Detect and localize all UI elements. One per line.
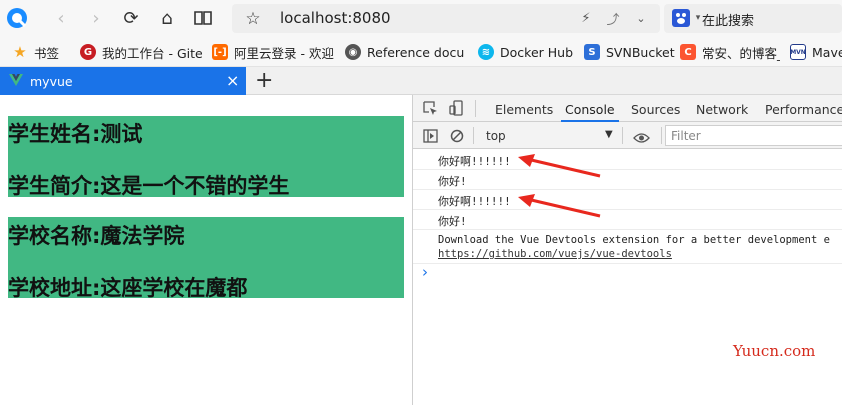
docker-icon: ≋ xyxy=(478,44,494,60)
divider xyxy=(413,263,842,264)
search-input[interactable]: 在此搜索 xyxy=(702,10,754,29)
address-text[interactable]: localhost:8080 xyxy=(280,9,391,27)
school-name: 学校名称:魔法学院 xyxy=(8,224,185,248)
bookmark-item[interactable]: [-] 阿里云登录 - 欢迎 xyxy=(212,43,335,61)
tab-console[interactable]: Console xyxy=(565,102,615,117)
tab-title: myvue xyxy=(30,74,73,89)
console-toolbar: top ▼ Filter xyxy=(413,122,842,149)
bookmark-label: 书签 xyxy=(34,45,60,61)
bookmark-item[interactable]: C 常安、的博客_ xyxy=(680,43,780,61)
context-dropdown-icon[interactable]: ▼ xyxy=(605,129,613,140)
maven-icon: MVN xyxy=(790,44,806,60)
bookmark-item[interactable]: G 我的工作台 - Gite xyxy=(80,43,203,61)
device-toolbar-icon[interactable] xyxy=(449,100,463,120)
console-prompt[interactable]: › xyxy=(422,263,428,281)
red-arrow-annotation xyxy=(518,154,601,178)
gitee-icon: G xyxy=(80,44,96,60)
browser-logo-icon[interactable] xyxy=(6,7,28,29)
forward-icon[interactable]: › xyxy=(85,7,107,29)
divider xyxy=(473,127,474,144)
bookmark-item[interactable]: ★ 书签 xyxy=(12,43,59,61)
divider xyxy=(661,127,662,144)
divider xyxy=(413,189,842,190)
tab-performance[interactable]: Performance xyxy=(765,102,842,117)
bookmark-label: Docker Hub xyxy=(500,44,573,60)
back-icon[interactable]: ‹ xyxy=(50,7,72,29)
divider xyxy=(622,127,623,144)
csdn-icon: C xyxy=(680,44,696,60)
svn-icon: S xyxy=(584,44,600,60)
bookmark-item[interactable]: MVN Mave xyxy=(790,43,842,61)
home-icon[interactable]: ⌂ xyxy=(156,7,178,29)
close-icon[interactable]: × xyxy=(226,71,239,90)
bookmark-label: 阿里云登录 - 欢迎 xyxy=(234,45,334,61)
tab-myvue[interactable]: myvue × xyxy=(0,67,246,95)
chevron-down-icon[interactable]: ⌄ xyxy=(630,7,652,29)
reload-icon[interactable]: ⟳ xyxy=(120,7,142,29)
bookmark-label: Reference docun xyxy=(367,44,465,60)
eye-icon[interactable] xyxy=(633,129,650,148)
red-arrow-annotation xyxy=(518,194,601,218)
new-tab-button[interactable]: + xyxy=(255,68,273,93)
bookmark-label: 常安、的博客_ xyxy=(702,45,780,61)
console-log: 你好! xyxy=(438,175,467,188)
tab-sources[interactable]: Sources xyxy=(631,102,680,117)
divider xyxy=(475,100,476,117)
devtools-link[interactable]: https://github.com/vuejs/vue-devtools xyxy=(438,248,672,260)
inspect-icon[interactable] xyxy=(423,101,438,120)
student-name: 学生姓名:测试 xyxy=(8,122,143,146)
watermark: Yuucn.com xyxy=(733,342,816,360)
divider xyxy=(413,169,842,170)
star-icon: ★ xyxy=(13,43,27,61)
reader-icon[interactable] xyxy=(192,7,214,29)
tab-network[interactable]: Network xyxy=(696,102,748,117)
share-icon[interactable]: ⤴ xyxy=(602,7,624,29)
school-address: 学校地址:这座学校在魔都 xyxy=(8,276,248,300)
globe-icon: ◉ xyxy=(345,44,361,60)
devtools-link-text[interactable]: https://github.com/vuejs/vue-devtools xyxy=(438,248,672,260)
vue-logo-icon xyxy=(9,72,23,91)
bookmarks-bar: ★ 书签 G 我的工作台 - Gite [-] 阿里云登录 - 欢迎 ◉ Ref… xyxy=(0,37,842,67)
sidebar-toggle-icon[interactable] xyxy=(423,128,438,147)
console-log: 你好啊!!!!!! xyxy=(438,195,511,208)
divider xyxy=(413,229,842,230)
bookmark-item[interactable]: ◉ Reference docun xyxy=(345,43,465,61)
console-log: 你好啊!!!!!! xyxy=(438,155,511,168)
lightning-icon[interactable]: ⚡ xyxy=(575,7,597,29)
console-log: 你好! xyxy=(438,215,467,228)
devtools-tab-bar: Elements Console Sources Network Perform… xyxy=(413,95,842,122)
browser-toolbar: ‹ › ⟳ ⌂ ☆ localhost:8080 ⚡ ⤴ ⌄ ▾ 在此搜索 xyxy=(0,0,842,37)
student-intro: 学生简介:这是一个不错的学生 xyxy=(8,174,290,198)
console-log: Download the Vue Devtools extension for … xyxy=(438,234,830,246)
bookmark-label: 我的工作台 - Gite xyxy=(102,45,203,61)
divider xyxy=(413,209,842,210)
bookmark-label: Mave xyxy=(812,44,842,60)
filter-placeholder: Filter xyxy=(671,129,701,143)
bookmark-item[interactable]: S SVNBucket xyxy=(584,43,675,61)
tab-bar: myvue × + xyxy=(0,67,842,95)
bookmark-item[interactable]: ≋ Docker Hub xyxy=(478,43,573,61)
context-select[interactable]: top xyxy=(486,129,506,143)
bookmark-label: SVNBucket xyxy=(606,44,675,60)
bookmark-star-icon[interactable]: ☆ xyxy=(242,8,264,30)
aliyun-icon: [-] xyxy=(212,44,228,60)
clear-console-icon[interactable] xyxy=(450,128,464,147)
tab-elements[interactable]: Elements xyxy=(495,102,553,117)
